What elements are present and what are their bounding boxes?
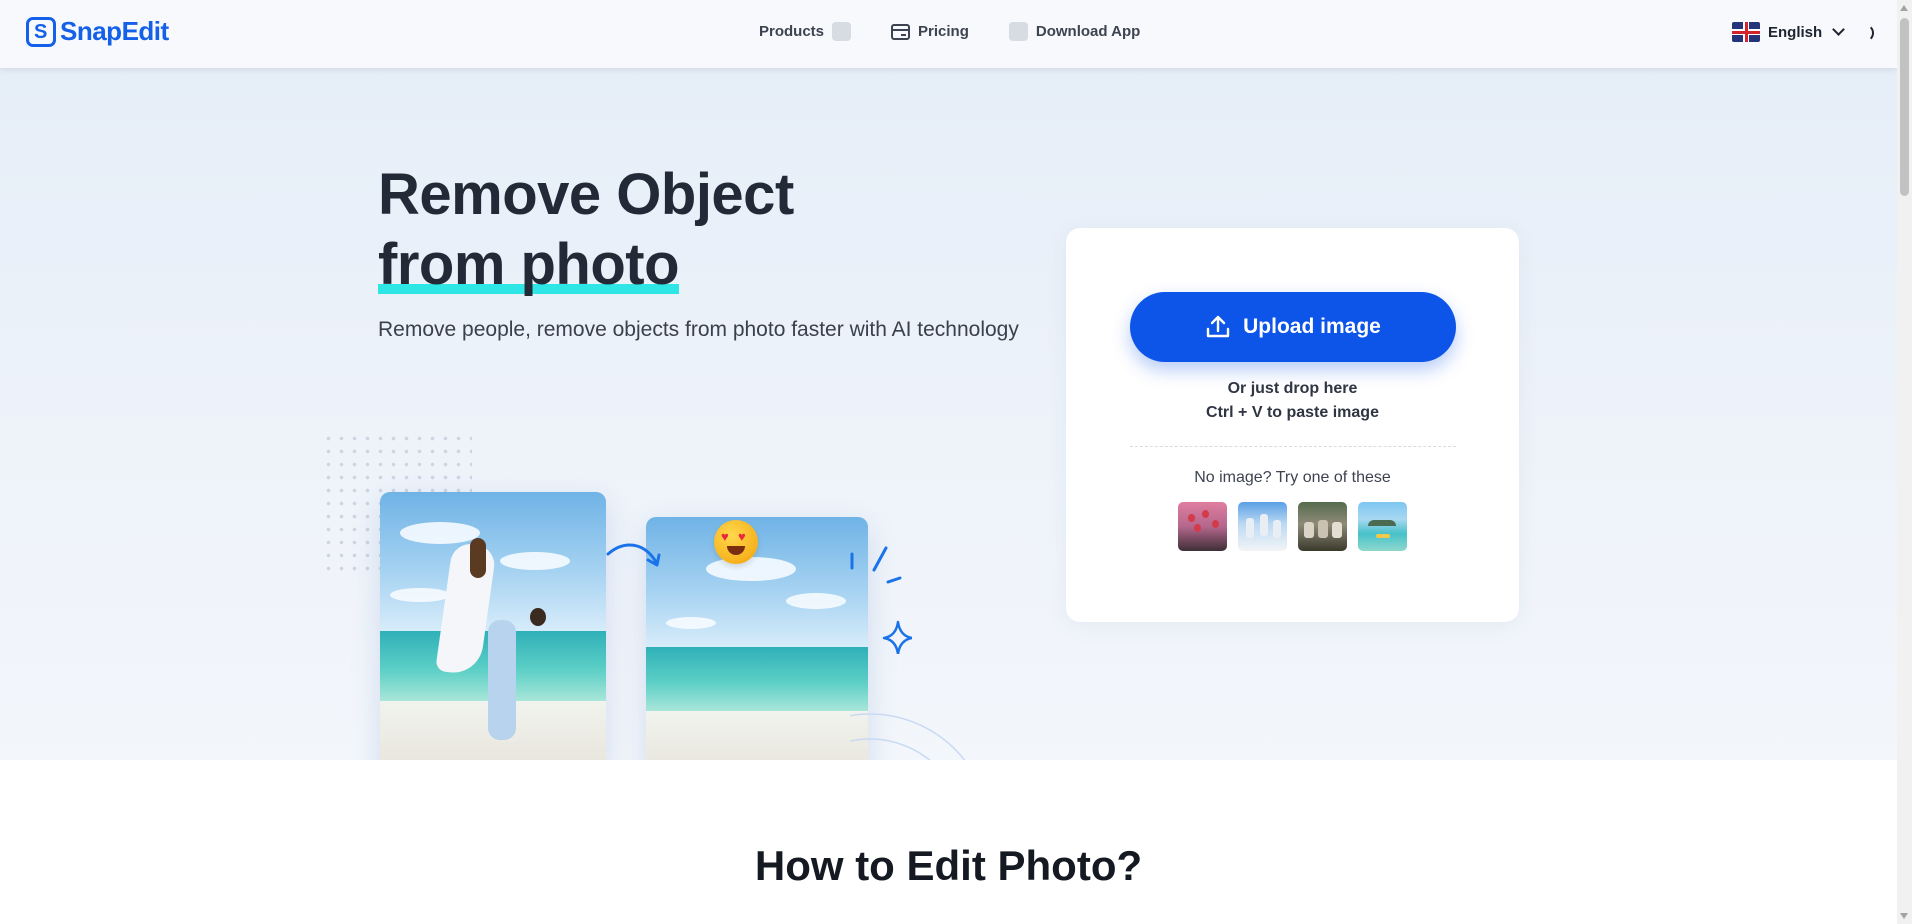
main-nav: Products Pricing Download App [759, 22, 1180, 41]
dashed-divider [1130, 446, 1456, 447]
sample-image-island[interactable] [1358, 502, 1407, 551]
sample-image-balloons[interactable] [1178, 502, 1227, 551]
upload-card: Upload image Or just drop here Ctrl + V … [1066, 228, 1519, 622]
heart-eyes-emoji-icon: ♥ ♥ [714, 520, 758, 564]
paste-hint: Ctrl + V to paste image [1206, 404, 1379, 421]
placeholder-icon [832, 22, 852, 41]
top-navbar: S SnapEdit Products Pricing Download App… [0, 0, 1897, 68]
drop-hint: Or just drop here [1227, 380, 1358, 397]
hero-title: Remove Object from photo [378, 160, 794, 300]
hero-title-line2: from photo [378, 230, 680, 300]
how-to-edit-heading: How to Edit Photo? [754, 842, 1143, 889]
language-selector[interactable]: English [1732, 22, 1846, 42]
sparkle-decoration-icon [850, 546, 912, 654]
download-app-icon [1008, 22, 1028, 41]
curved-arrow-icon [606, 543, 661, 567]
brand-name: SnapEdit [60, 16, 169, 46]
scroll-thumb[interactable] [1900, 18, 1909, 196]
uk-flag-icon [1732, 22, 1760, 42]
sample-image-group[interactable] [1298, 502, 1347, 551]
nav-products-label: Products [759, 23, 825, 40]
try-samples-label: No image? Try one of these [1194, 469, 1391, 486]
upload-button-label: Upload image [1243, 315, 1381, 338]
ripple-arcs-decoration [850, 713, 966, 760]
nav-pricing[interactable]: Pricing [891, 23, 969, 40]
logo-mark-icon: S [26, 16, 56, 47]
nav-download-app[interactable]: Download App [1008, 22, 1141, 41]
hero-subtitle: Remove people, remove objects from photo… [378, 318, 1019, 341]
hero-section: Remove Object from photo Remove people, … [0, 68, 1897, 760]
loading-spinner-icon [1856, 24, 1874, 42]
pricing-card-icon [891, 23, 911, 40]
nav-download-label: Download App [1035, 23, 1141, 40]
nav-products[interactable]: Products [759, 22, 852, 41]
before-photo [380, 492, 606, 760]
upload-image-button[interactable]: Upload image [1130, 292, 1456, 362]
scroll-down-arrow-icon[interactable] [1900, 913, 1908, 919]
hero-title-line1: Remove Object [378, 162, 794, 227]
sample-images [1178, 502, 1407, 551]
scroll-up-arrow-icon[interactable] [1900, 5, 1908, 11]
brand-logo[interactable]: S SnapEdit [26, 16, 169, 47]
language-label: English [1768, 23, 1823, 41]
chevron-down-icon [1832, 23, 1846, 36]
sample-image-jumping-people[interactable] [1238, 502, 1287, 551]
page-scrollbar[interactable] [1897, 0, 1912, 924]
hero-title-highlight: from photo [378, 232, 680, 297]
upload-icon [1206, 315, 1230, 338]
after-photo [646, 517, 868, 760]
nav-pricing-label: Pricing [918, 23, 969, 40]
